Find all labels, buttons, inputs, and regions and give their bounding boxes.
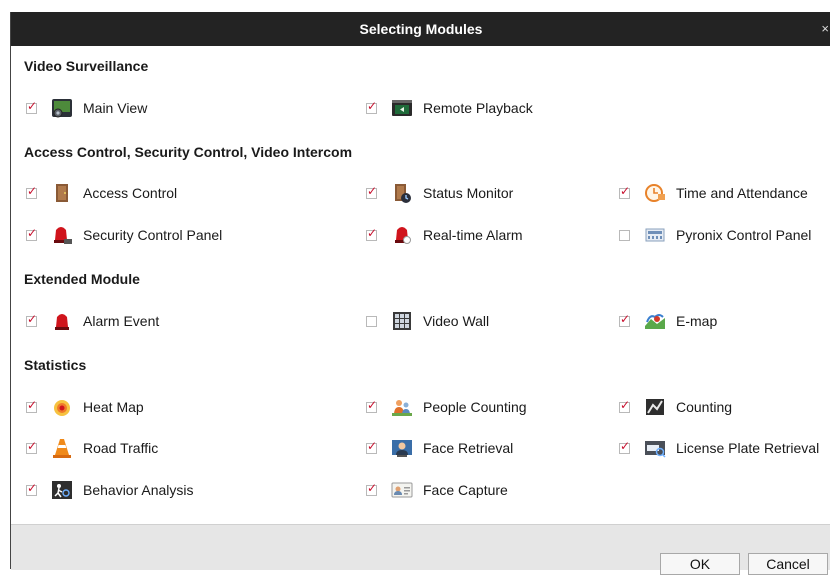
main-view-icon — [52, 99, 72, 118]
module-counting[interactable]: Counting — [619, 396, 732, 418]
section-statistics: Statistics — [24, 357, 87, 373]
module-remote-playback[interactable]: Remote Playback — [366, 97, 533, 119]
main-view-label: Main View — [83, 100, 148, 116]
behavior-analysis-checkbox[interactable] — [26, 481, 37, 496]
alarm-event-label: Alarm Event — [83, 313, 160, 329]
license-plate-retrieval-checkbox[interactable] — [619, 439, 630, 454]
remote-playback-icon — [392, 100, 412, 116]
people-counting-label: People Counting — [423, 399, 527, 415]
heat-map-checkbox[interactable] — [26, 398, 37, 413]
alarm-event-checkbox[interactable] — [26, 312, 37, 327]
time-attendance-label: Time and Attendance — [676, 185, 808, 201]
dialog-title: Selecting Modules — [359, 21, 483, 37]
door-icon — [56, 184, 68, 202]
module-realtime-alarm[interactable]: Real-time Alarm — [366, 224, 523, 246]
module-pyronix-control-panel[interactable]: Pyronix Control Panel — [619, 224, 811, 246]
heat-map-label: Heat Map — [83, 399, 144, 415]
siren-icon — [54, 227, 72, 244]
counting-label: Counting — [676, 399, 733, 415]
traffic-cone-icon — [53, 439, 71, 458]
section-video-surveillance: Video Surveillance — [24, 58, 149, 74]
ok-button[interactable]: OK — [660, 553, 740, 575]
video-wall-checkbox[interactable] — [366, 315, 377, 327]
time-attendance-checkbox[interactable] — [619, 184, 630, 199]
module-status-monitor[interactable]: Status Monitor — [366, 182, 513, 204]
realtime-alarm-icon — [395, 227, 411, 244]
remote-playback-label: Remote Playback — [423, 100, 533, 116]
access-control-label: Access Control — [83, 185, 178, 201]
module-main-view[interactable]: Main View — [26, 97, 147, 119]
module-road-traffic[interactable]: Road Traffic — [26, 437, 158, 459]
pyronix-control-panel-label: Pyronix Control Panel — [676, 227, 812, 243]
face-capture-checkbox[interactable] — [366, 481, 377, 496]
module-face-capture[interactable]: Face Capture — [366, 479, 508, 501]
road-traffic-label: Road Traffic — [83, 440, 159, 456]
status-monitor-label: Status Monitor — [423, 185, 514, 201]
clock-icon — [645, 184, 665, 202]
license-plate-retrieval-label: License Plate Retrieval — [676, 440, 820, 456]
module-people-counting[interactable]: People Counting — [366, 396, 527, 418]
face-retrieval-icon — [392, 440, 412, 457]
close-icon[interactable]: × — [821, 12, 829, 46]
behavior-analysis-label: Behavior Analysis — [83, 482, 194, 498]
remote-playback-checkbox[interactable] — [366, 99, 377, 114]
selecting-modules-dialog: Selecting Modules × Video Surveillance M… — [10, 12, 830, 575]
face-capture-label: Face Capture — [423, 482, 508, 498]
counting-checkbox[interactable] — [619, 398, 630, 413]
section-extended-module: Extended Module — [24, 271, 140, 287]
video-wall-icon — [393, 312, 411, 330]
module-behavior-analysis[interactable]: Behavior Analysis — [26, 479, 194, 501]
status-monitor-checkbox[interactable] — [366, 184, 377, 199]
realtime-alarm-label: Real-time Alarm — [423, 227, 523, 243]
realtime-alarm-checkbox[interactable] — [366, 226, 377, 241]
dialog-footer: OK Cancel — [11, 524, 830, 575]
cancel-button[interactable]: Cancel — [748, 553, 828, 575]
people-counting-checkbox[interactable] — [366, 398, 377, 413]
face-retrieval-label: Face Retrieval — [423, 440, 514, 456]
module-face-retrieval[interactable]: Face Retrieval — [366, 437, 513, 459]
security-control-panel-checkbox[interactable] — [26, 226, 37, 241]
module-heat-map[interactable]: Heat Map — [26, 396, 144, 418]
e-map-label: E-map — [676, 313, 718, 329]
video-wall-label: Video Wall — [423, 313, 490, 329]
license-plate-icon — [645, 441, 666, 458]
counting-icon — [646, 399, 664, 415]
behavior-analysis-icon — [52, 481, 72, 499]
access-control-checkbox[interactable] — [26, 184, 37, 199]
map-icon — [645, 314, 665, 329]
module-access-control[interactable]: Access Control — [26, 182, 177, 204]
control-panel-icon — [645, 228, 665, 242]
face-retrieval-checkbox[interactable] — [366, 439, 377, 454]
section-access-control: Access Control, Security Control, Video … — [24, 144, 353, 160]
road-traffic-checkbox[interactable] — [26, 439, 37, 454]
module-license-plate-retrieval[interactable]: License Plate Retrieval — [619, 437, 819, 459]
status-monitor-icon — [395, 184, 411, 203]
dialog-titlebar: Selecting Modules × — [11, 12, 830, 46]
alarm-light-icon — [55, 314, 69, 330]
module-e-map[interactable]: E-map — [619, 310, 717, 332]
heat-map-icon — [54, 400, 70, 416]
main-view-checkbox[interactable] — [26, 99, 37, 114]
module-alarm-event[interactable]: Alarm Event — [26, 310, 159, 332]
face-capture-icon — [391, 482, 413, 498]
module-video-wall[interactable]: Video Wall — [366, 310, 489, 332]
e-map-checkbox[interactable] — [619, 312, 630, 327]
security-control-panel-label: Security Control Panel — [83, 227, 223, 243]
pyronix-control-panel-checkbox[interactable] — [619, 229, 630, 241]
module-time-attendance[interactable]: Time and Attendance — [619, 182, 808, 204]
people-counting-icon — [392, 400, 412, 416]
module-security-control-panel[interactable]: Security Control Panel — [26, 224, 222, 246]
